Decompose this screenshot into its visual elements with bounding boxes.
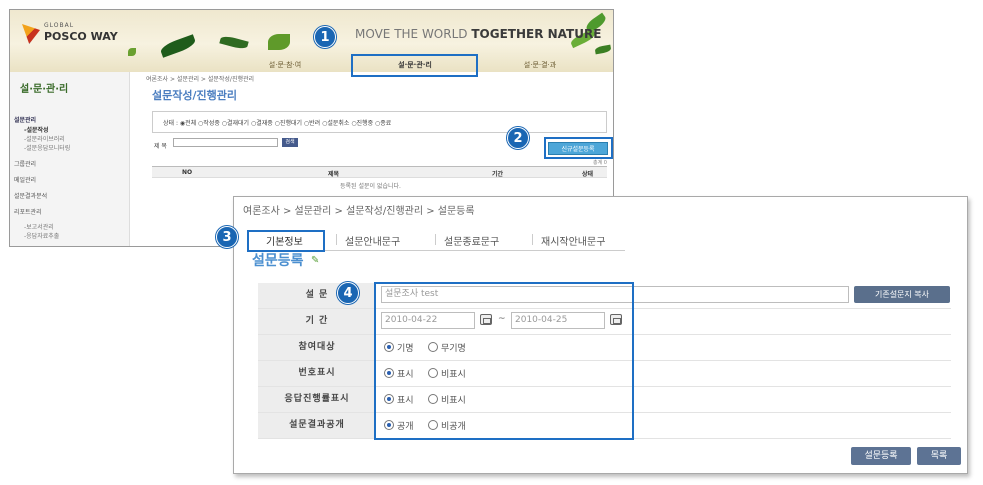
leaf-decoration xyxy=(594,44,612,55)
header-banner: GLOBAL POSCO WAY MOVE THE WORLD TOGETHER… xyxy=(10,10,613,72)
page-title: 설문작성/진행관리 xyxy=(152,89,237,102)
left-menu: 설·문·관·리 설문관리 -설문작성 -설문라이브러리 -설문응답모니터링 그룹… xyxy=(10,72,130,246)
logo-text: POSCO WAY xyxy=(44,30,118,43)
left-menu-item-report[interactable]: 리포트관리 xyxy=(14,207,42,216)
leaf-decoration xyxy=(219,34,249,51)
left-menu-item-analysis[interactable]: 설문결과분석 xyxy=(14,191,47,200)
left-menu-item-survey-mgmt[interactable]: 설문관리 xyxy=(14,115,36,124)
slogan-text: MOVE THE WORLD xyxy=(355,27,468,41)
left-menu-sub-item[interactable]: -응답자료추출 xyxy=(24,231,59,240)
step-badge-1: 1 xyxy=(314,26,336,48)
step-badge-2: 2 xyxy=(507,127,529,149)
page-title: 설문등록 xyxy=(252,253,304,269)
step-badge-3: 3 xyxy=(216,226,238,248)
empty-message: 등록된 설문이 없습니다. xyxy=(340,183,401,190)
left-menu-item-group[interactable]: 그룹관리 xyxy=(14,159,36,168)
column-header-title: 제목 xyxy=(328,171,340,178)
title-search-input[interactable] xyxy=(173,138,278,147)
survey-table-header: NO 제목 기간 상태 xyxy=(152,166,607,178)
leaf-decoration xyxy=(159,34,197,58)
tab-guide-text[interactable]: 설문안내문구 xyxy=(345,233,400,248)
total-count: 총계 0 xyxy=(593,160,607,166)
column-header-status: 상태 xyxy=(582,171,594,178)
status-filter-options[interactable]: 상태 : ◉전체 ○작성중 ○결재대기 ○결재중 ○진행대기 ○반려 ○설문취소… xyxy=(163,118,391,127)
highlight-box-1 xyxy=(351,54,478,77)
register-survey-button[interactable]: 설문등록 xyxy=(851,447,911,465)
progress-label: 응답진행률표시 xyxy=(258,387,376,412)
numbering-label: 번호표시 xyxy=(258,361,376,386)
left-menu-sub-item[interactable]: -설문라이브러리 xyxy=(24,134,65,143)
tab-end-text[interactable]: 설문종료문구 xyxy=(444,233,499,248)
left-menu-sub-item[interactable]: -설문응답모니터링 xyxy=(24,143,70,152)
slogan-bold-text: TOGETHER NATURE xyxy=(471,27,602,41)
pencil-icon: ✎ xyxy=(311,255,320,266)
leaf-decoration xyxy=(268,34,290,50)
list-button[interactable]: 목록 xyxy=(917,447,961,465)
posco-logo-icon xyxy=(22,24,40,44)
title-search-label: 제 목 xyxy=(154,143,167,150)
left-menu-sub-item[interactable]: -설문작성 xyxy=(24,125,49,134)
posco-way-logo[interactable]: GLOBAL POSCO WAY xyxy=(22,20,122,50)
tab-restart-text[interactable]: 재시작안내문구 xyxy=(541,233,605,248)
copy-existing-survey-button[interactable]: 기존설문지 복사 xyxy=(854,286,950,303)
column-header-no: NO xyxy=(182,169,193,176)
left-menu-sub-item[interactable]: -보고서관리 xyxy=(24,222,54,231)
slogan: MOVE THE WORLD TOGETHER NATURE xyxy=(355,27,601,41)
search-button[interactable]: 검색 xyxy=(282,138,298,147)
logo-small-text: GLOBAL xyxy=(44,22,75,29)
left-menu-item-mail[interactable]: 메일관리 xyxy=(14,175,36,184)
tab-separator xyxy=(336,234,337,245)
highlight-box-4 xyxy=(374,282,634,440)
survey-register-window: 여론조사 > 설문관리 > 설문작성/진행관리 > 설문등록 기본정보 설문안내… xyxy=(233,196,968,474)
left-menu-title: 설·문·관·리 xyxy=(20,84,69,95)
tab-separator xyxy=(532,234,533,245)
leaf-decoration xyxy=(128,48,136,56)
tab-survey-results[interactable]: 설·문·결·과 xyxy=(500,59,580,72)
status-filter[interactable]: 상태 : ◉전체 ○작성중 ○결재대기 ○결재중 ○진행대기 ○반려 ○설문취소… xyxy=(152,111,607,133)
highlight-box-2 xyxy=(544,137,613,159)
breadcrumb: 여론조사 > 설문관리 > 설문작성/진행관리 > 설문등록 xyxy=(243,206,475,217)
step-badge-4: 4 xyxy=(337,282,359,304)
period-label: 기 간 xyxy=(258,309,376,334)
breadcrumb: 여론조사 > 설문관리 > 설문작성/진행관리 xyxy=(146,76,255,83)
column-header-period: 기간 xyxy=(492,171,504,178)
result-label: 설문결과공개 xyxy=(258,413,376,438)
tab-separator xyxy=(435,234,436,245)
highlight-box-3 xyxy=(247,230,325,252)
target-label: 참여대상 xyxy=(258,335,376,360)
tab-survey-participation[interactable]: 설·문·참·여 xyxy=(250,59,320,72)
